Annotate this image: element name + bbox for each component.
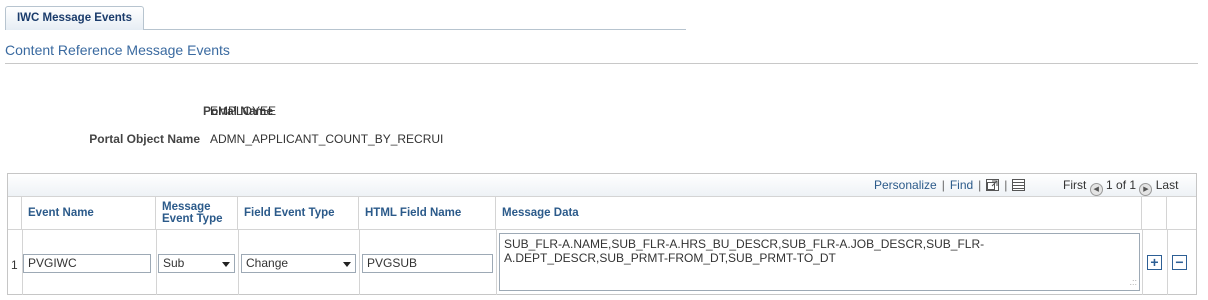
row-number-header bbox=[8, 197, 22, 229]
cell-divider bbox=[496, 229, 497, 295]
message-event-type-value: Sub bbox=[163, 256, 185, 270]
view-all-icon[interactable] bbox=[986, 179, 1000, 191]
cell-divider bbox=[359, 229, 360, 295]
cell-divider bbox=[238, 229, 239, 295]
portal-object-name-value: ADMN_APPLICANT_COUNT_BY_RECRUI bbox=[210, 132, 444, 146]
row-number: 1 bbox=[11, 258, 18, 272]
nav-separator: | bbox=[1004, 178, 1008, 192]
message-data-textarea[interactable]: SUB_FLR-A.NAME,SUB_FLR-A.HRS_BU_DESCR,SU… bbox=[499, 233, 1140, 291]
delete-row-button[interactable]: − bbox=[1172, 255, 1187, 270]
first-label: First bbox=[1063, 178, 1087, 192]
row-range: 1 of 1 bbox=[1106, 178, 1137, 192]
chevron-down-icon bbox=[222, 262, 230, 267]
event-name-header[interactable]: Event Name bbox=[22, 197, 156, 229]
field-event-type-header[interactable]: Field Event Type bbox=[238, 197, 359, 229]
message-event-type-header[interactable]: Message Event Type bbox=[156, 197, 238, 229]
tab-bar: IWC Message Events bbox=[0, 0, 1208, 30]
grid-navigation-bar: Personalize | Find | | First ◀ 1 of 1 ▶ Last bbox=[8, 174, 1196, 197]
page-title: Content Reference Message Events bbox=[5, 42, 230, 58]
field-event-type-value: Change bbox=[246, 256, 289, 270]
grid-pager: First ◀ 1 of 1 ▶ Last bbox=[1063, 178, 1178, 196]
message-data-header[interactable]: Message Data bbox=[496, 197, 1142, 229]
last-label: Last bbox=[1155, 178, 1179, 192]
cell-divider bbox=[156, 229, 157, 295]
chevron-down-icon bbox=[343, 262, 351, 267]
event-name-input[interactable]: PVGIWC bbox=[23, 254, 151, 273]
html-field-name-header[interactable]: HTML Field Name bbox=[359, 197, 496, 229]
nav-separator: | bbox=[941, 178, 945, 192]
title-divider bbox=[5, 63, 1198, 64]
first-arrow-icon[interactable]: ◀ bbox=[1089, 183, 1103, 196]
find-link[interactable]: Find bbox=[950, 178, 973, 192]
message-data-line-2: A.DEPT_DESCR,SUB_PRMT-FROM_DT,SUB_PRMT-T… bbox=[504, 251, 836, 265]
tab-underline bbox=[144, 29, 686, 30]
message-event-type-select[interactable]: Sub bbox=[158, 254, 235, 273]
field-event-type-select[interactable]: Change bbox=[241, 254, 356, 273]
cell-divider bbox=[1167, 229, 1168, 295]
html-field-name-input[interactable]: PVGSUB bbox=[362, 254, 493, 273]
header-row-divider bbox=[8, 229, 1196, 230]
download-grid-icon[interactable] bbox=[1012, 179, 1026, 191]
cell-divider bbox=[1142, 229, 1143, 295]
nav-separator: | bbox=[978, 178, 982, 192]
message-data-line-1: SUB_FLR-A.NAME,SUB_FLR-A.HRS_BU_DESCR,SU… bbox=[504, 237, 985, 251]
add-row-button[interactable]: + bbox=[1147, 255, 1162, 270]
personalize-link[interactable]: Personalize bbox=[874, 178, 937, 192]
portal-object-name-label: Portal Object Name bbox=[89, 132, 200, 146]
tab-iwc-message-events[interactable]: IWC Message Events bbox=[5, 6, 144, 30]
message-events-grid: Personalize | Find | | First ◀ 1 of 1 ▶ Last… bbox=[7, 173, 1197, 295]
grid-nav-links: Personalize | Find | | bbox=[874, 178, 1026, 192]
portal-name-value: EMPLOYEE bbox=[210, 104, 277, 118]
last-arrow-icon[interactable]: ▶ bbox=[1139, 183, 1153, 196]
resize-grip-icon[interactable]: .:: bbox=[1129, 275, 1137, 289]
add-column-header bbox=[1142, 197, 1167, 229]
